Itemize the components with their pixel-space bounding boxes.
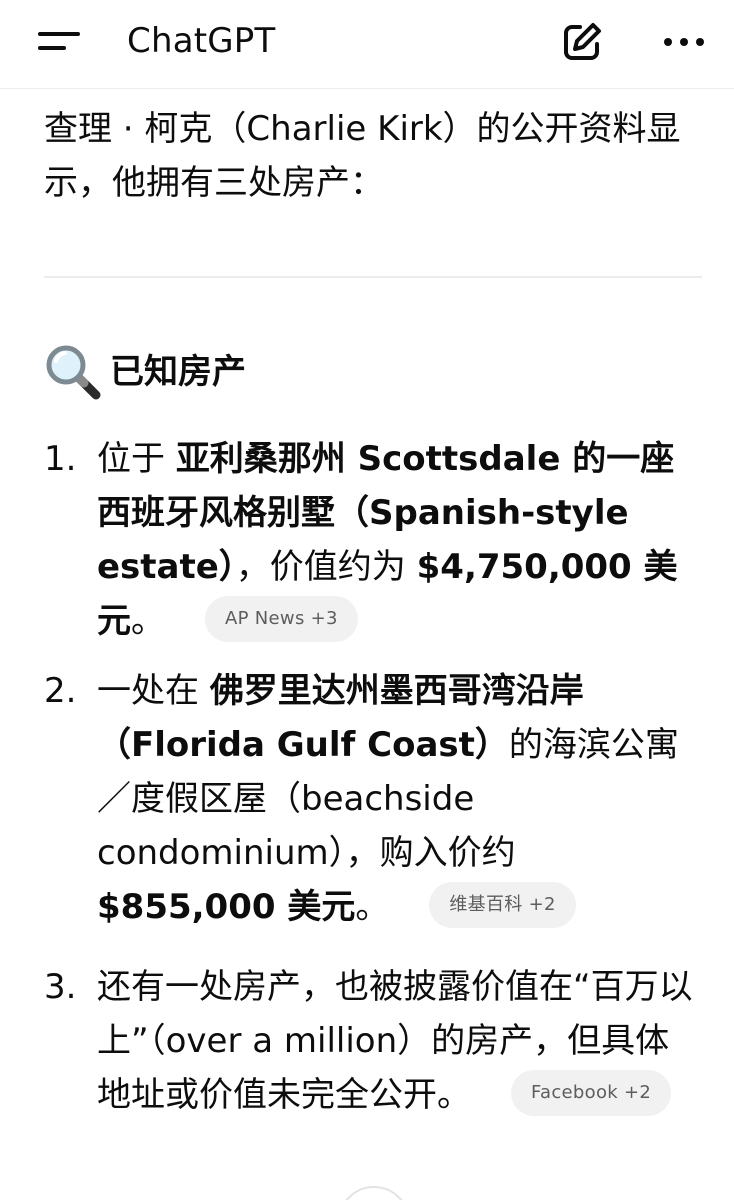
- text: 。: [131, 601, 165, 641]
- magnifying-glass-icon: [46, 345, 101, 400]
- list-item-text: 位于 亚利桑那州 Scottsdale 的一座西班牙风格别墅（Spanish-s…: [97, 432, 701, 648]
- more-horizontal-icon[interactable]: [660, 28, 708, 56]
- dot: [664, 38, 672, 46]
- text: 。: [437, 1075, 471, 1115]
- text: 位于: [97, 439, 176, 479]
- top-bar: ChatGPT: [0, 0, 734, 88]
- section-heading: 已知房产: [44, 342, 246, 402]
- new-chat-edit-icon[interactable]: [560, 20, 604, 64]
- list-item-text: 一处在 佛罗里达州墨西哥湾沿岸（Florida Gulf Coast）的海滨公寓…: [97, 664, 701, 934]
- text: 一处在: [97, 671, 210, 711]
- hamburger-menu-icon[interactable]: [38, 26, 86, 58]
- list-number: 2.: [44, 671, 77, 711]
- list-number: 3.: [44, 967, 77, 1007]
- list-number: 1.: [44, 439, 77, 479]
- chat-screen: ChatGPT 查理 · 柯克（Charlie Kirk）的公开资料显示，他拥有…: [0, 0, 734, 1200]
- intro-paragraph: 查理 · 柯克（Charlie Kirk）的公开资料显示，他拥有三处房产：: [44, 109, 681, 203]
- dot: [680, 38, 688, 46]
- header-divider: [0, 88, 734, 89]
- section-title: 已知房产: [110, 352, 246, 392]
- dot: [696, 38, 704, 46]
- source-chip[interactable]: Facebook +2: [511, 1069, 672, 1116]
- section-divider: [44, 276, 702, 278]
- source-chip[interactable]: 维基百科 +2: [429, 881, 576, 928]
- app-title: ChatGPT: [127, 21, 276, 61]
- menu-line: [38, 32, 80, 36]
- scroll-down-button[interactable]: [338, 1186, 410, 1200]
- text: 。: [355, 887, 390, 927]
- text: ，价值约为: [235, 547, 417, 587]
- list-item-text: 还有一处房产，也被披露价值在“百万以上”（over a million）的房产，…: [97, 960, 701, 1122]
- source-chip[interactable]: AP News +3: [205, 595, 358, 642]
- menu-line: [38, 46, 66, 50]
- bold-text: $855,000 美元: [97, 887, 356, 927]
